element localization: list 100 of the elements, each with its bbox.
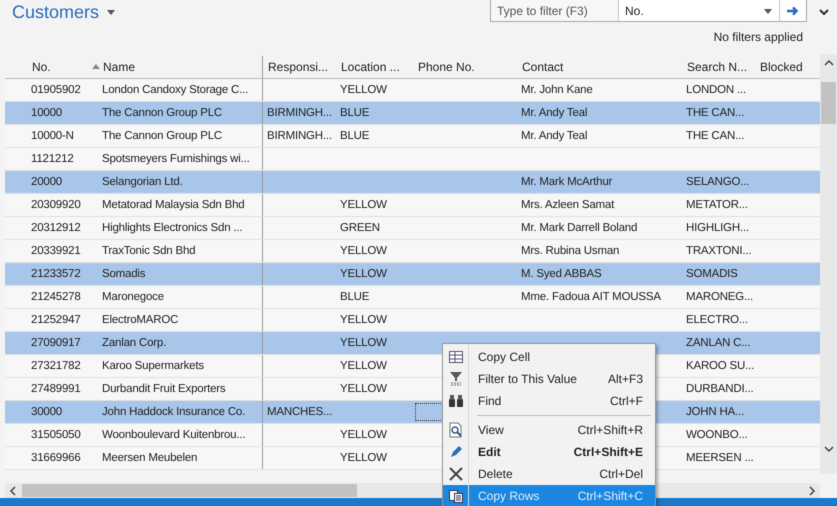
chevron-right-icon[interactable] bbox=[807, 486, 817, 496]
table-cell-text: 21233572 bbox=[30, 267, 82, 282]
column-header[interactable]: Contact bbox=[517, 56, 682, 78]
table-cell-text: WOONBO... bbox=[685, 428, 748, 443]
table-cell-text: HIGHLIGH... bbox=[685, 221, 750, 236]
table-cell-text: MEERSEN ... bbox=[685, 451, 754, 466]
table-cell-text: Maronegoce bbox=[101, 290, 165, 305]
table-cell-text: Highlights Electronics Sdn ... bbox=[101, 221, 244, 236]
table-cell-text: ELECTRO... bbox=[685, 313, 749, 328]
table-row[interactable]: 1121212 Spotsmeyers Furnishings wi... bbox=[5, 148, 820, 171]
table-cell-text: Mr. Mark Darrell Boland bbox=[520, 221, 638, 236]
table-cell-text: BLUE bbox=[339, 290, 370, 305]
table-cell-text: YELLOW bbox=[339, 267, 388, 282]
table-cell-text: 20312912 bbox=[30, 221, 82, 236]
vertical-scrollbar[interactable] bbox=[820, 54, 837, 474]
table-cell-text: The Cannon Group PLC bbox=[101, 129, 224, 144]
column-header[interactable]: Search N... bbox=[682, 56, 755, 78]
scroll-thumb[interactable] bbox=[821, 82, 836, 124]
table-cell-text: Mrs. Rubina Usman bbox=[520, 244, 620, 259]
table-row[interactable]: 10000-N The Cannon Group PLC BIRMINGH... BLUE Mr. Andy Teal THE CAN... bbox=[5, 125, 820, 148]
binoculars-icon bbox=[449, 395, 463, 407]
table-cell-text: The Cannon Group PLC bbox=[101, 106, 224, 121]
magnifier-page-icon bbox=[449, 422, 463, 438]
table-cell-text: DURBANDI... bbox=[685, 382, 754, 397]
chevron-down-icon[interactable] bbox=[824, 444, 834, 454]
table-cell-text: GREEN bbox=[339, 221, 381, 236]
table-cell-text: Spotsmeyers Furnishings wi... bbox=[101, 152, 251, 167]
table-cell-text: London Candoxy Storage C... bbox=[101, 83, 250, 98]
table-cell-text: Karoo Supermarkets bbox=[101, 359, 205, 374]
page-title[interactable]: Customers bbox=[12, 2, 100, 23]
table-cell-text: Mr. Andy Teal bbox=[520, 106, 588, 121]
table-cell-text: TRAXTONI... bbox=[685, 244, 752, 259]
scroll-thumb[interactable] bbox=[22, 484, 357, 497]
table-row[interactable]: 20309920 Metatorad Malaysia Sdn Bhd YELLOW Mrs. Azleen Samat METATOR... bbox=[5, 194, 820, 217]
table-cell-text: 21252947 bbox=[30, 313, 82, 328]
table-cell: BIRMINGH... bbox=[262, 102, 336, 124]
copy-icon bbox=[449, 490, 463, 502]
table-cell-text: Mrs. Azleen Samat bbox=[520, 198, 616, 213]
table-row[interactable]: 20312912 Highlights Electronics Sdn ... GREEN Mr. Mark Darrell Boland HIGHLIGH... bbox=[5, 217, 820, 240]
table-row[interactable]: 01905902 London Candoxy Storage C... YELLOW Mr. John Kane LONDON ... bbox=[5, 79, 820, 102]
chevron-left-icon[interactable] bbox=[8, 486, 18, 496]
table-cell-text: YELLOW bbox=[339, 359, 388, 374]
filter-field[interactable]: Type to filter (F3) bbox=[491, 0, 619, 21]
column-header[interactable]: Blocked bbox=[755, 56, 820, 78]
table-cell-text: 20309920 bbox=[30, 198, 82, 213]
caret-icon[interactable] bbox=[107, 10, 116, 16]
table-cell-text: 01905902 bbox=[30, 83, 82, 98]
table-row[interactable]: 10000 The Cannon Group PLC BIRMINGH... BLUE Mr. Andy Teal THE CAN... bbox=[5, 102, 820, 125]
table-cell-text: Selangorian Ltd. bbox=[101, 175, 184, 190]
table-cell-text: SELANGO... bbox=[685, 175, 750, 190]
table-cell-text: YELLOW bbox=[339, 83, 388, 98]
table-cell-text: Metatorad Malaysia Sdn Bhd bbox=[101, 198, 246, 213]
table-cell-text: MARONEG... bbox=[685, 290, 754, 305]
table-cell-text: Woonboulevard Kuitenbrou... bbox=[101, 428, 246, 443]
column-header[interactable]: Location ... bbox=[336, 56, 413, 78]
table-cell-text: 27321782 bbox=[30, 359, 82, 374]
table-cell-text: Zanlan Corp. bbox=[101, 336, 168, 351]
table-cell-text: Somadis bbox=[101, 267, 146, 282]
table-cell-text: Mr. John Kane bbox=[520, 83, 594, 98]
table-row[interactable]: 20339921 TraxTonic Sdn Bhd YELLOW Mrs. Rubina Usman TRAXTONI... bbox=[5, 240, 820, 263]
table-cell-text: ElectroMAROC bbox=[101, 313, 180, 328]
table-cell-text: THE CAN... bbox=[685, 129, 746, 144]
table-cell-text: KAROO SU... bbox=[685, 359, 755, 374]
arrow-right-icon bbox=[787, 4, 799, 16]
column-header[interactable]: No. bbox=[27, 56, 98, 78]
filter-status: No filters applied bbox=[714, 30, 803, 46]
table-cell-text: 20000 bbox=[30, 175, 63, 190]
table-cell-text: 10000-N bbox=[30, 129, 75, 144]
table-row[interactable]: 21233572 Somadis YELLOW M. Syed ABBAS SOMADIS bbox=[5, 263, 820, 286]
table-row[interactable]: 21245278 Maronegoce BLUE Mme. Fadoua AIT MOUSSA MARONEG... bbox=[5, 286, 820, 309]
table-cell-text: METATOR... bbox=[685, 198, 749, 213]
table-cell-text: Mme. Fadoua AIT MOUSSA bbox=[520, 290, 662, 305]
table-cell-text: Mr. Mark McArthur bbox=[520, 175, 614, 190]
table-cell-text: BLUE bbox=[339, 106, 370, 121]
column-header[interactable]: Responsi... bbox=[262, 56, 336, 78]
table-cell-text: 1121212 bbox=[30, 152, 75, 167]
column-header[interactable]: Name bbox=[98, 56, 262, 78]
chevron-up-icon[interactable] bbox=[824, 58, 834, 68]
table-cell-text: M. Syed ABBAS bbox=[520, 267, 602, 282]
table-cell-text: YELLOW bbox=[339, 244, 388, 259]
table-cell-text: ZANLAN C... bbox=[685, 336, 752, 351]
table-row[interactable]: 21252947 ElectroMAROC YELLOW ELECTRO... bbox=[5, 309, 820, 332]
filter-icon bbox=[450, 372, 462, 386]
table-cell-text: YELLOW bbox=[339, 382, 388, 397]
table-row[interactable]: 20000 Selangorian Ltd. Mr. Mark McArthur SELANGO... bbox=[5, 171, 820, 194]
table-cell-text: YELLOW bbox=[339, 313, 388, 328]
table-cell-text: 27090917 bbox=[30, 336, 82, 351]
table-cell-text: SOMADIS bbox=[685, 267, 739, 282]
table-cell: BIRMINGH... bbox=[262, 125, 336, 147]
table-cell-text: YELLOW bbox=[339, 336, 388, 351]
table-cell-text: YELLOW bbox=[339, 428, 388, 443]
close-icon bbox=[449, 467, 463, 481]
column-header[interactable]: Phone No. bbox=[413, 56, 517, 78]
table-cell-text: 31505050 bbox=[30, 428, 82, 443]
chevron-down-icon[interactable] bbox=[819, 9, 829, 16]
table-cell-text: 30000 bbox=[30, 405, 63, 420]
table-cell-text: YELLOW bbox=[339, 451, 388, 466]
table-cell-text: 10000 bbox=[30, 106, 63, 121]
table-cell-text: YELLOW bbox=[339, 198, 388, 213]
table-cell-text: Durbandit Fruit Exporters bbox=[101, 382, 226, 397]
